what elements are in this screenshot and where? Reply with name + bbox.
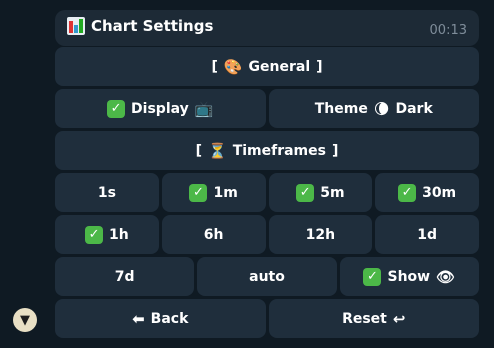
inline-keyboard: [ 🎨 General] ✓ Display 📺 Theme 🌘 Dark [ ⏳ Timeframe… — [55, 47, 479, 341]
section-timeframes[interactable]: [ ⏳ Timeframes] — [55, 131, 479, 170]
button-label: 1h — [109, 226, 129, 243]
button-label: 5m — [320, 184, 345, 201]
check-icon: ✓ — [189, 183, 208, 202]
button-label: 12h — [305, 226, 336, 243]
button-label: 1s — [97, 184, 116, 201]
emoji-icon: 🎨 — [223, 57, 243, 76]
button-label: Show — [387, 268, 431, 285]
emoji-icon: ⏳ — [208, 141, 227, 160]
keyboard-row: ✓ Display 📺 Theme 🌘 Dark — [55, 89, 479, 128]
emoji-icon: ⬅ — [132, 309, 145, 328]
tf-5m[interactable]: ✓ 5m — [268, 173, 373, 212]
button-label: Display — [131, 100, 189, 117]
button-label: Timeframes — [232, 142, 326, 159]
show-button[interactable]: ✓ Show 👁 — [339, 257, 479, 296]
keyboard-row: ⬅ Back Reset ↩ — [55, 299, 479, 338]
tf-1s[interactable]: 1s — [55, 173, 159, 212]
back-button[interactable]: ⬅ Back — [55, 299, 266, 338]
keyboard-row: [ ⏳ Timeframes] — [55, 131, 479, 170]
message-time: 00:13 — [429, 23, 467, 38]
tf-1m[interactable]: ✓ 1m — [161, 173, 266, 212]
bracket-close: ] — [331, 142, 339, 159]
keyboard-row: [ 🎨 General] — [55, 47, 479, 86]
keyboard-row: 7d auto ✓ Show 👁 — [55, 257, 479, 296]
theme-button[interactable]: Theme 🌘 Dark — [268, 89, 479, 128]
message-header: Chart Settings 00:13 — [55, 10, 479, 46]
tf-7d[interactable]: 7d — [55, 257, 195, 296]
button-label: Reset — [342, 310, 387, 327]
bar-chart-icon — [67, 17, 85, 35]
tf-6h[interactable]: 6h — [161, 215, 266, 254]
tf-12h[interactable]: 12h — [268, 215, 373, 254]
button-label: Theme — [314, 100, 368, 117]
button-label: 30m — [422, 184, 457, 201]
tf-1d[interactable]: 1d — [375, 215, 479, 254]
check-icon: ✓ — [85, 225, 104, 244]
tf-1h[interactable]: ✓ 1h — [55, 215, 159, 254]
button-label: 1m — [213, 184, 238, 201]
scroll-down-icon[interactable]: ▼ — [13, 308, 37, 332]
button-label: auto — [249, 268, 285, 285]
button-label: 6h — [203, 226, 224, 243]
tf-auto[interactable]: auto — [197, 257, 337, 296]
button-label-secondary: Dark — [395, 100, 433, 117]
bracket-close: ] — [316, 58, 323, 75]
check-icon: ✓ — [398, 183, 417, 202]
button-label: Back — [150, 310, 189, 327]
check-icon: ✓ — [296, 183, 315, 202]
display-button[interactable]: ✓ Display 📺 — [55, 89, 266, 128]
keyboard-row: 1s ✓ 1m ✓ 5m ✓ 30m — [55, 173, 479, 212]
emoji-icon: 📺 — [194, 99, 214, 118]
bracket-open: [ — [211, 58, 218, 75]
message-title: Chart Settings — [67, 17, 213, 35]
section-general[interactable]: [ 🎨 General] — [55, 47, 479, 86]
emoji-icon: 🌘 — [373, 99, 390, 118]
button-label: 7d — [114, 268, 135, 285]
emoji-icon: ↩ — [392, 309, 406, 328]
keyboard-row: ✓ 1h 6h 12h 1d — [55, 215, 479, 254]
tf-30m[interactable]: ✓ 30m — [375, 173, 479, 212]
reset-button[interactable]: Reset ↩ — [268, 299, 479, 338]
button-label: 1d — [417, 226, 437, 243]
title-text: Chart Settings — [91, 17, 214, 35]
check-icon: ✓ — [107, 99, 126, 118]
emoji-icon: 👁 — [436, 267, 456, 286]
bracket-open: [ — [195, 142, 202, 159]
check-icon: ✓ — [363, 267, 382, 286]
button-label: General — [248, 58, 311, 75]
